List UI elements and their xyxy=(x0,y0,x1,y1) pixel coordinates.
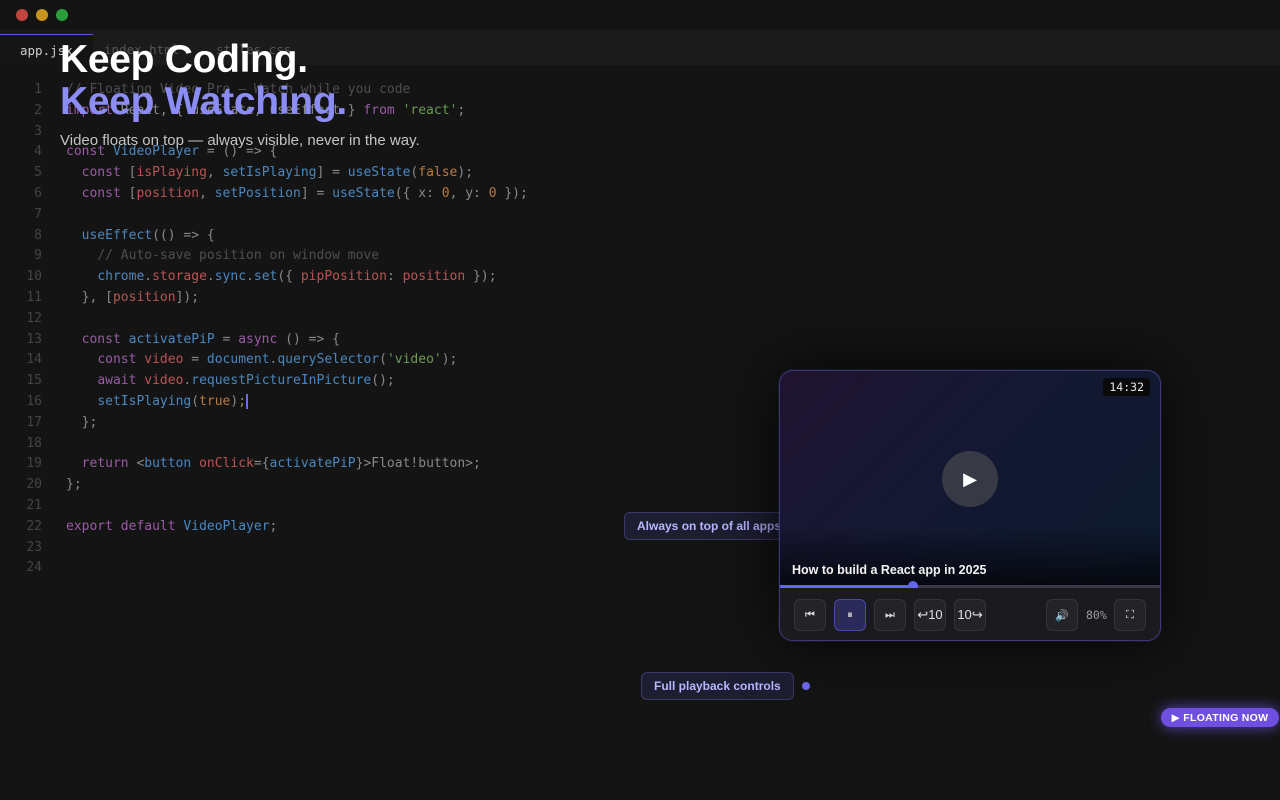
text-cursor xyxy=(246,394,249,409)
code-text: }; xyxy=(66,477,82,493)
line-number: 18 xyxy=(26,435,42,451)
code-text: return <button onClick={activatePiP}>Flo… xyxy=(81,456,481,472)
code-text: }; xyxy=(66,414,98,430)
line-number: 22 xyxy=(26,518,42,534)
line-number: 1 xyxy=(34,82,42,97)
code-text: useEffect(() => { xyxy=(81,227,215,243)
line-number: 2 xyxy=(34,102,42,118)
line-number: 3 xyxy=(34,123,42,139)
previous-button[interactable]: ⏮ xyxy=(794,599,826,631)
minimize-window-button[interactable] xyxy=(36,9,48,21)
code-line[interactable]: 13 const activatePiP = async () => { xyxy=(0,330,760,351)
line-number: 15 xyxy=(26,373,42,389)
line-number: 24 xyxy=(26,560,42,576)
code-line[interactable]: 6 const [position, setPosition] = useSta… xyxy=(0,184,760,205)
line-number: 20 xyxy=(26,477,42,493)
video-gradient-overlay xyxy=(780,527,1160,587)
code-line[interactable]: 10 chrome.storage.sync.set({ pipPosition… xyxy=(0,267,760,288)
volume-button[interactable]: 🔊 xyxy=(1046,599,1078,631)
skip-next-icon: ⏭ xyxy=(885,608,895,621)
close-window-button[interactable] xyxy=(16,9,28,21)
player-controls: ⏮ ⏸ ⏭ ↩10 10↪ 🔊 80% ⛶ xyxy=(780,588,1160,640)
code-text: const [position, setPosition] = useState… xyxy=(81,186,528,201)
line-number: 4 xyxy=(34,144,42,160)
line-number: 10 xyxy=(26,269,42,285)
volume-level: 80% xyxy=(1086,608,1107,622)
line-number: 6 xyxy=(34,186,42,201)
code-text: // Auto-save position on window move xyxy=(97,248,380,264)
code-line[interactable]: 17 }; xyxy=(0,413,760,434)
pause-button[interactable]: ⏸ xyxy=(834,599,866,631)
video-title: How to build a React app in 2025 xyxy=(792,563,987,577)
floating-now-badge[interactable]: ▶ FLOATING NOW xyxy=(1161,708,1279,727)
line-number: 11 xyxy=(26,290,42,305)
video-area[interactable]: 14:32 ▶ How to build a React app in 2025 xyxy=(780,371,1160,587)
code-text: }, [position]); xyxy=(66,290,200,305)
line-number: 5 xyxy=(34,165,42,181)
code-text: export default VideoPlayer; xyxy=(66,518,278,534)
code-line[interactable]: 15 await video.requestPictureInPicture()… xyxy=(0,371,760,392)
code-line[interactable]: 14 const video = document.querySelector(… xyxy=(0,350,760,371)
code-line[interactable]: 5 const [isPlaying, setIsPlaying] = useS… xyxy=(0,163,760,184)
forward-10-button[interactable]: 10↪ xyxy=(954,599,986,631)
line-number: 21 xyxy=(26,498,42,513)
line-number: 23 xyxy=(26,539,42,555)
code-line[interactable]: 9 // Auto-save position on window move xyxy=(0,246,760,267)
hero-title-line-2: Keep Watching. xyxy=(60,80,347,123)
window-titlebar xyxy=(0,0,1280,30)
callout-connector-dot xyxy=(802,682,810,690)
fullscreen-button[interactable]: ⛶ xyxy=(1114,599,1146,631)
line-number: 13 xyxy=(26,331,42,347)
code-text: const video = document.querySelector('vi… xyxy=(97,352,458,368)
code-text: const activatePiP = async () => { xyxy=(81,331,340,347)
code-text: chrome.storage.sync.set({ pipPosition: p… xyxy=(97,269,497,285)
line-number: 7 xyxy=(34,206,42,222)
duration-badge: 14:32 xyxy=(1103,378,1150,396)
code-line[interactable]: 20}; xyxy=(0,475,760,496)
code-line[interactable]: 16 setIsPlaying(true); xyxy=(0,392,760,413)
code-line[interactable]: 19 return <button onClick={activatePiP}>… xyxy=(0,454,760,475)
line-number: 12 xyxy=(26,310,42,326)
rewind-10-icon: ↩10 xyxy=(917,607,943,622)
line-number: 17 xyxy=(26,414,42,430)
code-line[interactable]: 24 xyxy=(0,558,760,579)
speaker-icon: 🔊 xyxy=(1055,609,1069,622)
line-number: 8 xyxy=(34,227,42,243)
play-icon: ▶ xyxy=(963,468,977,489)
code-text: await video.requestPictureInPicture(); xyxy=(97,373,395,389)
maximize-window-button[interactable] xyxy=(56,9,68,21)
code-line[interactable]: 8 useEffect(() => { xyxy=(0,226,760,247)
line-number: 16 xyxy=(26,394,42,409)
rewind-10-button[interactable]: ↩10 xyxy=(914,599,946,631)
pause-icon: ⏸ xyxy=(847,608,853,621)
hero-subtitle: Video floats on top — always visible, ne… xyxy=(60,132,420,149)
line-number: 9 xyxy=(34,248,42,264)
floating-video-player[interactable]: 14:32 ▶ How to build a React app in 2025… xyxy=(779,370,1161,641)
skip-previous-icon: ⏮ xyxy=(805,608,815,621)
fullscreen-icon: ⛶ xyxy=(1126,608,1134,621)
code-line[interactable]: 12 xyxy=(0,309,760,330)
hero-title-line-1: Keep Coding. xyxy=(60,38,308,81)
callout-always-on-top: Always on top of all apps xyxy=(624,512,795,540)
code-line[interactable]: 11 }, [position]); xyxy=(0,288,760,309)
code-line[interactable]: 7 xyxy=(0,205,760,226)
code-line[interactable]: 23 xyxy=(0,538,760,559)
code-text: setIsPlaying(true); xyxy=(97,394,249,409)
code-line[interactable]: 18 xyxy=(0,434,760,455)
code-text: const [isPlaying, setIsPlaying] = useSta… xyxy=(81,165,474,181)
callout-playback-controls: Full playback controls xyxy=(641,672,794,700)
forward-10-icon: 10↪ xyxy=(957,607,983,622)
next-button[interactable]: ⏭ xyxy=(874,599,906,631)
play-button[interactable]: ▶ xyxy=(942,451,998,507)
line-number: 14 xyxy=(26,352,42,368)
line-number: 19 xyxy=(26,456,42,472)
